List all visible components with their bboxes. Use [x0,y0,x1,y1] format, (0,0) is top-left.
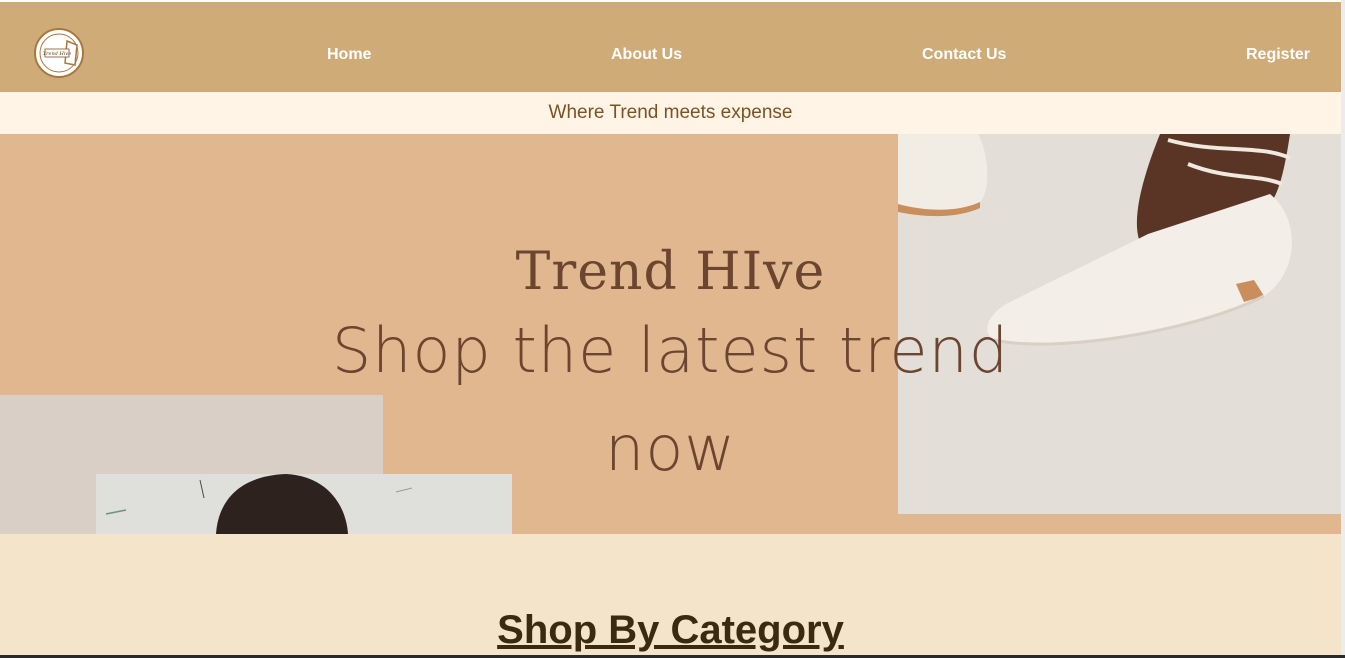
category-section: Shop By Category [0,534,1341,656]
hero-subtitle-line2: now [605,412,736,485]
category-heading: Shop By Category [497,608,844,652]
nav-register-link[interactable]: Register [1246,46,1310,64]
nav-contact-link[interactable]: Contact Us [922,46,1006,64]
tagline-bar: Where Trend meets expense [0,92,1341,134]
hero-banner: Trend HIve Shop the latest trend now [0,134,1341,534]
hero-subtitle-line1: Shop the latest trend [331,314,1010,387]
logo-text: Trend Hive [43,51,71,57]
nav-home-link[interactable]: Home [327,46,371,64]
hero-title: Trend HIve [515,242,826,302]
brand-logo[interactable]: Trend Hive [33,27,85,79]
navbar: Trend Hive Home About Us Contact Us Regi… [0,2,1341,92]
tagline-text: Where Trend meets expense [548,102,793,123]
page-right-edge [1341,0,1345,658]
nav-about-link[interactable]: About Us [611,46,682,64]
